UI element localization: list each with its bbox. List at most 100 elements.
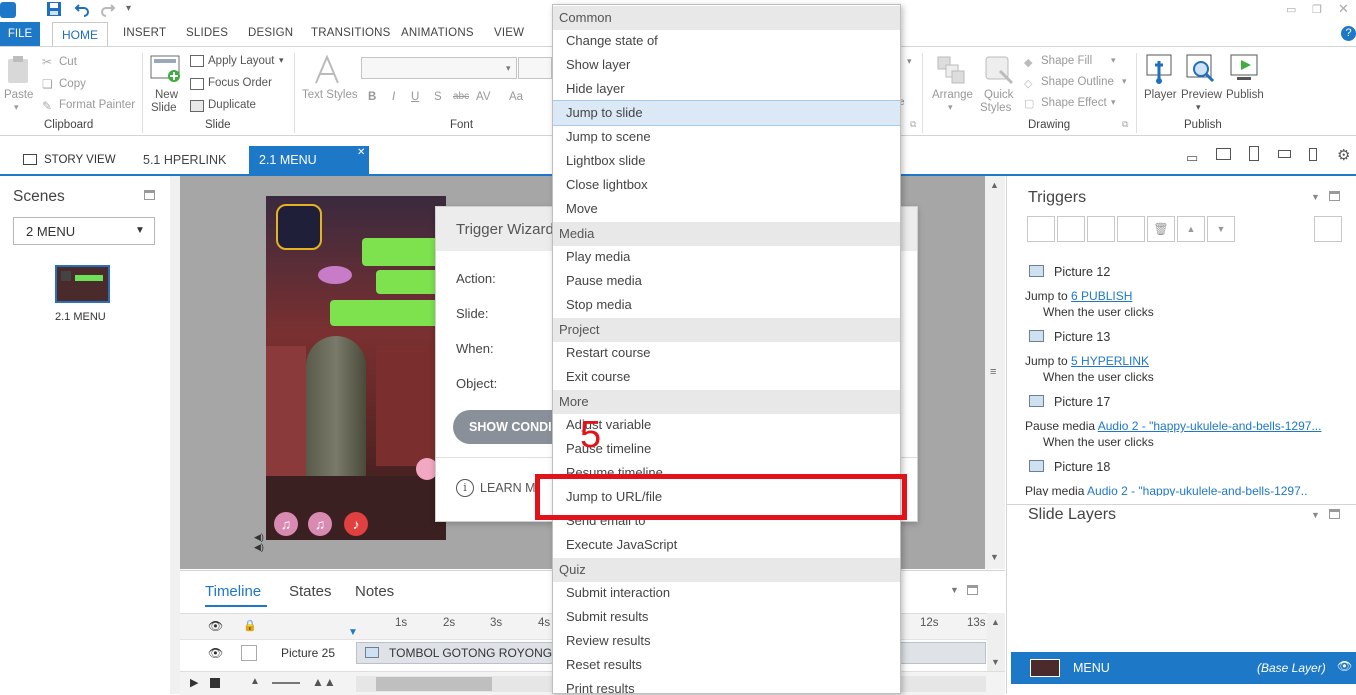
timeline-vscroll-down-icon[interactable]: ▼ xyxy=(991,657,1000,667)
tab-states[interactable]: States xyxy=(289,583,332,600)
tab-file[interactable]: FILE xyxy=(0,22,40,46)
trigger-target-link[interactable]: Audio 2 - "happy-ukulele-and-bells-1297.… xyxy=(1087,484,1307,496)
dd-item-pause-media[interactable]: Pause media xyxy=(553,269,900,293)
arrange-button[interactable]: Arrange xyxy=(932,89,973,101)
dd-item-jump-to-slide[interactable]: Jump to slide xyxy=(553,100,900,126)
minimize-icon[interactable]: ▭ xyxy=(1286,3,1296,16)
save-icon[interactable] xyxy=(46,1,62,17)
copy-button[interactable]: Copy xyxy=(59,78,86,90)
tab-menu[interactable]: 2.1 MENU ✕ xyxy=(249,146,369,174)
paste-icon[interactable] xyxy=(6,55,32,85)
redo-icon[interactable] xyxy=(100,1,116,17)
phone-portrait-icon[interactable] xyxy=(1309,148,1317,161)
dd-item-close-lightbox[interactable]: Close lightbox xyxy=(553,173,900,197)
zoom-slider[interactable] xyxy=(272,682,300,684)
scroll-grip-icon[interactable]: ≡ xyxy=(990,366,996,378)
tab-animations[interactable]: ANIMATIONS xyxy=(401,27,474,39)
trigger-target-link[interactable]: Audio 2 - "happy-ukulele-and-bells-1297.… xyxy=(1098,419,1322,433)
copy-trigger-icon[interactable] xyxy=(1087,216,1115,242)
layers-restore-icon[interactable] xyxy=(1329,509,1340,519)
scroll-up-icon[interactable]: ▲ xyxy=(990,180,999,190)
tab-timeline[interactable]: Timeline xyxy=(205,583,261,600)
qat-customize-icon[interactable]: ▾ xyxy=(126,3,131,14)
stop-icon[interactable] xyxy=(210,678,220,688)
bold-button[interactable]: B xyxy=(368,91,376,103)
row-visibility-eye-icon[interactable]: 👁 xyxy=(208,646,223,660)
timeline-menu-chevron-icon[interactable]: ▼ xyxy=(950,585,959,595)
arrange-icon[interactable] xyxy=(936,55,966,85)
text-styles-icon[interactable] xyxy=(312,55,342,85)
row-lock-checkbox[interactable] xyxy=(241,645,257,661)
tablet-landscape-icon[interactable] xyxy=(1216,148,1231,160)
new-trigger-icon[interactable] xyxy=(1027,216,1055,242)
trigger-object-name[interactable]: Picture 18 xyxy=(1054,460,1110,474)
shape-fill-button[interactable]: Shape Fill xyxy=(1041,55,1092,67)
trigger-object-name[interactable]: Picture 17 xyxy=(1054,395,1110,409)
font-dialog-launcher-icon[interactable]: ⧉ xyxy=(910,119,916,130)
dd-item-exit-course[interactable]: Exit course xyxy=(553,365,900,389)
dd-item-move[interactable]: Move xyxy=(553,197,900,221)
shape-effect-chevron-icon[interactable]: ▾ xyxy=(1111,97,1116,108)
tab-notes[interactable]: Notes xyxy=(355,583,394,600)
dd-item-lightbox-slide[interactable]: Lightbox slide xyxy=(553,149,900,173)
music-button-1-icon[interactable]: ♫ xyxy=(274,512,298,536)
playhead-icon[interactable]: ▼ xyxy=(348,627,358,638)
font-family-select[interactable] xyxy=(361,57,517,79)
shape-fill-chevron-icon[interactable]: ▾ xyxy=(1111,55,1116,66)
base-layer-row[interactable]: MENU (Base Layer) 👁 xyxy=(1011,652,1356,684)
triggers-restore-icon[interactable] xyxy=(1329,191,1340,201)
panel-restore-icon[interactable] xyxy=(144,190,155,200)
base-layer-eye-icon[interactable]: 👁 xyxy=(1337,659,1352,673)
undo-icon[interactable] xyxy=(74,1,90,17)
new-slide-icon[interactable] xyxy=(150,55,182,83)
move-up-icon[interactable]: ▲ xyxy=(1177,216,1205,242)
settings-gear-icon[interactable]: ⚙ xyxy=(1337,146,1350,164)
dd-item-show-layer[interactable]: Show layer xyxy=(553,53,900,77)
strikethrough-button[interactable]: abc xyxy=(453,91,469,102)
dd-item-jump-to-scene[interactable]: Jump to scene xyxy=(553,125,900,149)
shape-outline-button[interactable]: Shape Outline xyxy=(1041,76,1114,88)
format-painter-button[interactable]: Format Painter xyxy=(59,99,135,111)
restore-icon[interactable]: ❐ xyxy=(1312,3,1322,16)
trigger-target-link[interactable]: 5 HYPERLINK xyxy=(1071,354,1149,368)
close-icon[interactable]: ✕ xyxy=(1338,1,1349,17)
tab-slides[interactable]: SLIDES xyxy=(186,27,228,39)
paste-trigger-icon[interactable] xyxy=(1117,216,1145,242)
dd-item-submit-results[interactable]: Submit results xyxy=(553,605,900,629)
arrange-chevron-icon[interactable]: ▾ xyxy=(948,102,953,113)
tab-transitions[interactable]: TRANSITIONS xyxy=(311,27,391,39)
player-button[interactable]: Player xyxy=(1144,89,1177,101)
layers-menu-chevron-icon[interactable]: ▼ xyxy=(1311,510,1320,520)
slide-canvas[interactable]: ♫ ♫ ♪ xyxy=(266,196,446,540)
quick-styles-icon[interactable] xyxy=(984,55,1014,85)
preview-button[interactable]: Preview xyxy=(1181,89,1222,101)
dd-item-adjust-variable[interactable]: Adjust variable xyxy=(553,413,900,437)
trigger-action-text[interactable]: Play media Audio 2 - "happy-ukulele-and-… xyxy=(1025,484,1307,496)
strike-button[interactable]: S xyxy=(434,91,442,103)
quick-styles-label-1[interactable]: Quick xyxy=(984,89,1013,101)
new-slide-label-1[interactable]: New xyxy=(155,89,178,101)
paste-button[interactable]: Paste xyxy=(4,89,33,101)
delete-trigger-icon[interactable]: 🗑 xyxy=(1147,216,1175,242)
char-spacing-button[interactable]: AV xyxy=(476,91,491,103)
dd-item-change-state[interactable]: Change state of xyxy=(553,29,900,53)
dd-item-hide-layer[interactable]: Hide layer xyxy=(553,77,900,101)
scene-select[interactable]: 2 MENU ▼ xyxy=(13,217,155,245)
trigger-action-text[interactable]: Pause media Audio 2 - "happy-ukulele-and… xyxy=(1025,419,1321,433)
preview-chevron-icon[interactable]: ▾ xyxy=(1196,102,1201,113)
shape-effect-button[interactable]: Shape Effect xyxy=(1041,97,1107,109)
slide-thumbnail[interactable] xyxy=(55,265,110,303)
publish-icon[interactable] xyxy=(1229,53,1261,85)
triggers-menu-chevron-icon[interactable]: ▼ xyxy=(1311,192,1320,202)
dd-item-restart-course[interactable]: Restart course xyxy=(553,341,900,365)
trigger-object-name[interactable]: Picture 12 xyxy=(1054,265,1110,279)
help-icon[interactable]: ? xyxy=(1341,26,1356,41)
tab-story-view[interactable]: STORY VIEW xyxy=(44,154,116,166)
preview-icon[interactable] xyxy=(1185,53,1217,85)
cut-button[interactable]: Cut xyxy=(59,56,77,68)
tab-close-icon[interactable]: ✕ xyxy=(357,147,365,158)
timeline-hscroll-thumb[interactable] xyxy=(376,677,492,691)
trigger-object-name[interactable]: Picture 13 xyxy=(1054,330,1110,344)
canvas-scrollbar[interactable]: ▲ ≡ ▼ xyxy=(985,176,1005,569)
quick-styles-label-2[interactable]: Styles xyxy=(980,102,1011,114)
